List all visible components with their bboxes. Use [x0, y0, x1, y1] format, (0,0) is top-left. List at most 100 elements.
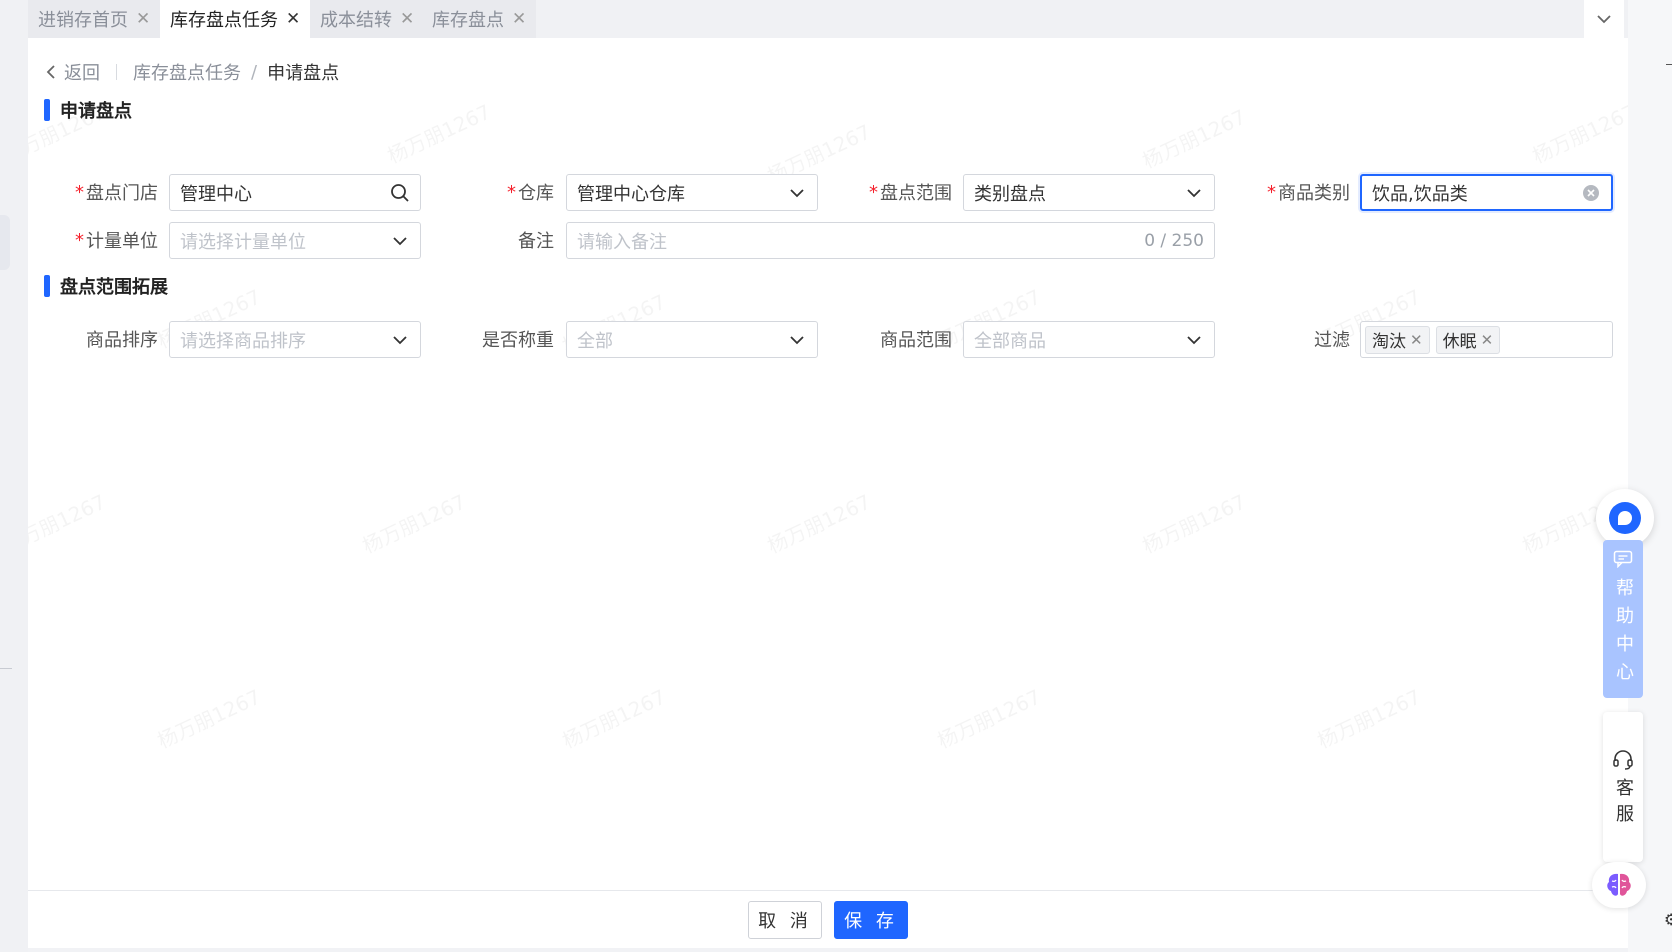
tag-label: 休眠	[1442, 332, 1477, 352]
section-title-text: 盘点范围拓展	[60, 277, 168, 298]
tab-inventory-home[interactable]: 进销存首页 ✕	[28, 0, 161, 38]
section-title-scope-expand: 盘点范围拓展	[44, 274, 168, 298]
filter-multiselect[interactable]: 淘汰 ✕ 休眠 ✕	[1360, 321, 1613, 358]
required-mark: *	[1267, 181, 1276, 203]
watermark: 杨万朋1267	[152, 681, 265, 754]
unit-placeholder: 请选择计量单位	[180, 231, 306, 253]
store-input[interactable]: 管理中心	[169, 174, 421, 211]
required-mark: *	[507, 181, 516, 203]
gear-icon[interactable]: ⚙	[1664, 910, 1672, 929]
scope-select[interactable]: 类别盘点	[963, 174, 1215, 211]
message-icon	[1613, 550, 1633, 568]
scope-label-text: 盘点范围	[880, 183, 952, 204]
weighing-label: 是否称重	[438, 321, 554, 357]
scope-value: 类别盘点	[974, 183, 1046, 205]
close-icon[interactable]: ✕	[512, 10, 526, 28]
warehouse-value: 管理中心仓库	[577, 183, 685, 205]
category-label: * 商品类别	[1228, 174, 1350, 210]
tab-cost-carryover[interactable]: 成本结转 ✕	[310, 0, 425, 38]
weighing-label-text: 是否称重	[482, 330, 554, 351]
back-label: 返回	[64, 63, 100, 84]
tab-label: 库存盘点	[432, 10, 504, 31]
close-icon[interactable]: ✕	[400, 10, 414, 28]
watermark: 杨万朋1267	[357, 486, 470, 559]
brain-icon	[1607, 873, 1631, 896]
customer-service-button[interactable]: 客服	[1603, 712, 1643, 862]
breadcrumb: 返回 库存盘点任务 / 申请盘点	[46, 56, 339, 88]
chevron-down-icon	[1184, 183, 1204, 203]
store-label: * 盘点门店	[48, 174, 158, 210]
sort-label-text: 商品排序	[86, 330, 158, 351]
edge-divider	[0, 668, 12, 669]
back-button[interactable]: 返回	[46, 59, 100, 85]
weighing-placeholder: 全部	[577, 330, 613, 352]
filter-label: 过滤	[1228, 321, 1350, 357]
tab-label: 进销存首页	[38, 10, 128, 31]
unit-label-text: 计量单位	[86, 231, 158, 252]
watermark: 杨万朋1267	[557, 681, 670, 754]
breadcrumb-separator: /	[251, 61, 258, 83]
goods-scope-label-text: 商品范围	[880, 330, 952, 351]
close-icon[interactable]: ✕	[1410, 331, 1423, 349]
category-label-text: 商品类别	[1278, 183, 1350, 204]
watermark: 杨万朋1267	[1312, 681, 1425, 754]
warehouse-label: * 仓库	[438, 174, 554, 210]
warehouse-select[interactable]: 管理中心仓库	[566, 174, 818, 211]
customer-service-label: 客服	[1613, 778, 1634, 830]
breadcrumb-parent-link[interactable]: 库存盘点任务	[133, 59, 241, 85]
watermark: 杨万朋1267	[28, 486, 110, 559]
cancel-button[interactable]: 取 消	[748, 901, 822, 939]
chevron-down-icon	[1597, 15, 1611, 24]
remark-char-counter: 0 / 250	[1144, 230, 1204, 251]
breadcrumb-current: 申请盘点	[267, 63, 340, 84]
goods-scope-select[interactable]: 全部商品	[963, 321, 1215, 358]
tab-stocktake-task[interactable]: 库存盘点任务 ✕	[160, 0, 311, 38]
sort-select[interactable]: 请选择商品排序	[169, 321, 421, 358]
filter-label-text: 过滤	[1314, 330, 1350, 351]
watermark: 杨万朋1267	[382, 96, 495, 169]
close-icon[interactable]: ✕	[286, 10, 300, 28]
clear-icon[interactable]	[1581, 183, 1601, 203]
close-icon[interactable]: ✕	[1481, 331, 1494, 349]
watermark: 杨万朋1267	[1137, 486, 1250, 559]
headset-icon	[1613, 750, 1633, 770]
search-icon[interactable]	[390, 183, 410, 203]
chevron-down-icon	[390, 231, 410, 251]
weighing-select[interactable]: 全部	[566, 321, 818, 358]
chevron-down-icon	[390, 330, 410, 350]
chevron-down-icon	[1184, 330, 1204, 350]
section-accent-bar	[44, 99, 50, 121]
tab-stocktake[interactable]: 库存盘点 ✕	[422, 0, 537, 38]
required-mark: *	[869, 181, 878, 203]
collapsed-sidebar-handle[interactable]	[0, 215, 10, 270]
tab-menu-button[interactable]	[1584, 0, 1624, 38]
section-title-text: 申请盘点	[60, 101, 132, 122]
left-edge	[0, 0, 28, 952]
filter-tag-dormant: 休眠 ✕	[1435, 325, 1501, 354]
section-accent-bar	[44, 275, 50, 297]
watermark: 杨万朋1267	[1527, 96, 1628, 169]
tag-label: 淘汰	[1372, 332, 1406, 352]
ai-assistant-button[interactable]	[1592, 862, 1646, 908]
goods-scope-placeholder: 全部商品	[974, 330, 1046, 352]
help-center-label: 帮助中心	[1613, 578, 1634, 690]
remark-placeholder: 请输入备注	[577, 231, 667, 253]
close-icon[interactable]: ✕	[136, 10, 150, 28]
tab-label: 成本结转	[320, 10, 392, 31]
assistant-logo-button[interactable]	[1596, 489, 1654, 547]
category-select[interactable]: 饮品,饮品类	[1360, 174, 1613, 211]
required-mark: *	[75, 181, 84, 203]
chevron-left-icon	[46, 65, 55, 79]
remark-input[interactable]: 请输入备注 0 / 250	[566, 222, 1215, 259]
tab-label: 库存盘点任务	[170, 10, 278, 31]
scope-label: * 盘点范围	[828, 174, 952, 210]
help-center-button[interactable]: 帮助中心	[1603, 540, 1643, 698]
required-mark: *	[75, 229, 84, 251]
tab-bar: 进销存首页 ✕ 库存盘点任务 ✕ 成本结转 ✕ 库存盘点 ✕	[28, 0, 1628, 38]
save-button[interactable]: 保 存	[834, 901, 908, 939]
chevron-down-icon	[787, 330, 807, 350]
watermark: 杨万朋1267	[1137, 101, 1250, 174]
unit-select[interactable]: 请选择计量单位	[169, 222, 421, 259]
remark-label: 备注	[438, 222, 554, 258]
app-page: 进销存首页 ✕ 库存盘点任务 ✕ 成本结转 ✕ 库存盘点 ✕ 杨万朋1267 杨…	[0, 0, 1672, 952]
